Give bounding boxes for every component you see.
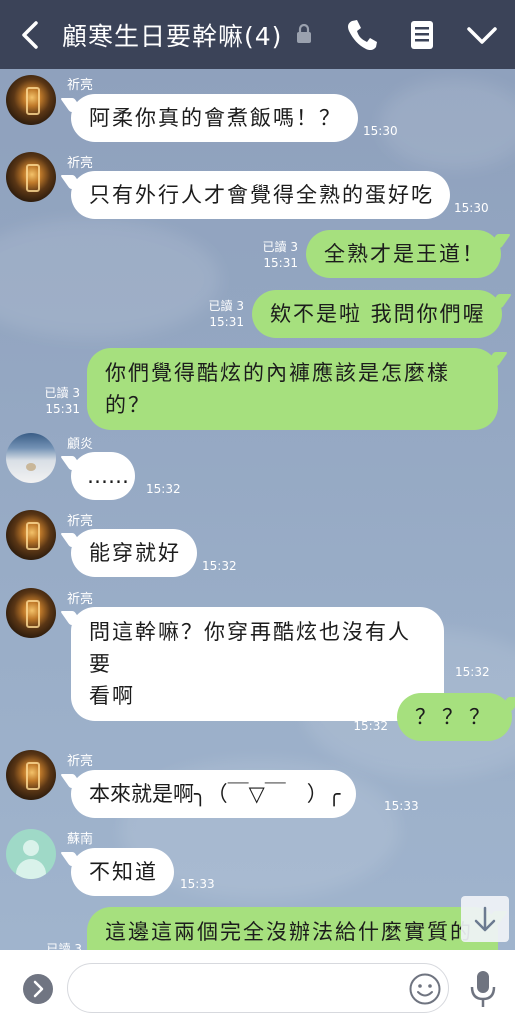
message-time: 15:32 (146, 482, 181, 496)
read-count: 已讀 3 (44, 386, 80, 400)
chat-area[interactable]: 祈亮 阿柔你真的會煮飯嗎！？ 15:30 祈亮 只有外行人才會覺得全熟的蛋好吃 … (0, 69, 515, 950)
message-line: 問這幹嘛？你穿再酷炫也沒有人要 (89, 620, 411, 676)
message-time: 15:31 (263, 256, 298, 270)
sender-name: 祈亮 (67, 754, 94, 769)
lock-icon (297, 24, 311, 43)
read-receipt: 已讀 3 15:31 (250, 239, 298, 271)
read-receipt: 已讀 3 15:32 (340, 702, 388, 734)
chat-title[interactable]: 顧寒生日要幹嘛(4) (62, 17, 282, 53)
message-time: 15:33 (384, 799, 419, 813)
message-bubble[interactable]: 本來就是啊╮（￣▽￣ ）╭ (71, 770, 357, 818)
sender-name: 祈亮 (67, 592, 94, 607)
scroll-down-button[interactable] (461, 896, 509, 942)
avatar[interactable] (6, 433, 56, 483)
message-time: 15:32 (202, 559, 237, 573)
message-composer (0, 950, 515, 1024)
sender-name: 蘇南 (67, 832, 94, 847)
read-receipt: 已讀 3 (34, 941, 82, 950)
message-time: 15:33 (180, 877, 215, 891)
read-count: 已讀 3 (46, 942, 82, 950)
chat-header: 顧寒生日要幹嘛(4) (0, 0, 515, 69)
message-bubble[interactable]: 不知道 (71, 848, 174, 896)
avatar[interactable] (6, 588, 56, 638)
message-bubble[interactable]: 欸不是啦 我問你們喔 (252, 290, 502, 338)
avatar[interactable] (6, 510, 56, 560)
read-count: 已讀 3 (208, 299, 244, 313)
message-line: 你們覺得酷炫的內褲應該是怎麼樣 (105, 361, 450, 385)
arrow-down-icon (474, 906, 496, 932)
message-time: 15:30 (363, 124, 398, 138)
message-bubble[interactable]: 全熟才是王道！ (306, 230, 501, 278)
phone-icon[interactable] (343, 16, 381, 54)
more-icon[interactable] (23, 974, 53, 1004)
message-bubble[interactable]: 問這幹嘛？你穿再酷炫也沒有人要 看啊 (71, 607, 444, 721)
message-bubble[interactable]: 你們覺得酷炫的內褲應該是怎麼樣 的？ (87, 348, 498, 430)
avatar[interactable] (6, 750, 56, 800)
avatar[interactable] (6, 829, 56, 879)
sender-name: 祈亮 (67, 156, 94, 171)
read-count: 已讀 3 (352, 703, 388, 717)
avatar[interactable] (6, 152, 56, 202)
message-time: 15:32 (455, 665, 490, 679)
sender-name: 顧炎 (67, 437, 94, 452)
chevron-down-icon[interactable] (463, 16, 501, 54)
sender-name: 祈亮 (67, 78, 94, 93)
message-time: 15:31 (209, 315, 244, 329)
message-input[interactable] (67, 963, 449, 1013)
notes-icon[interactable] (403, 16, 441, 54)
message-bubble[interactable]: 只有外行人才會覺得全熟的蛋好吃 (71, 171, 450, 219)
sender-name: 祈亮 (67, 514, 94, 529)
message-line: 的？ (105, 393, 151, 417)
mic-icon[interactable] (468, 968, 498, 1010)
message-bubble[interactable]: 阿柔你真的會煮飯嗎！？ (71, 94, 358, 142)
read-receipt: 已讀 3 15:31 (32, 385, 80, 417)
message-bubble[interactable]: 這邊這兩個完全沒辦法給什麼實質的 (87, 907, 498, 950)
message-time: 15:31 (45, 402, 80, 416)
message-bubble[interactable]: 能穿就好 (71, 529, 197, 577)
message-time: 15:32 (353, 719, 388, 733)
emoji-icon[interactable] (408, 972, 442, 1006)
message-time: 15:30 (454, 201, 489, 215)
read-receipt: 已讀 3 15:31 (196, 298, 244, 330)
message-bubble[interactable]: …… (71, 452, 135, 500)
back-arrow-icon[interactable] (14, 18, 46, 52)
read-count: 已讀 3 (262, 240, 298, 254)
avatar[interactable] (6, 75, 56, 125)
message-bubble[interactable]: ？？？ (397, 693, 512, 741)
